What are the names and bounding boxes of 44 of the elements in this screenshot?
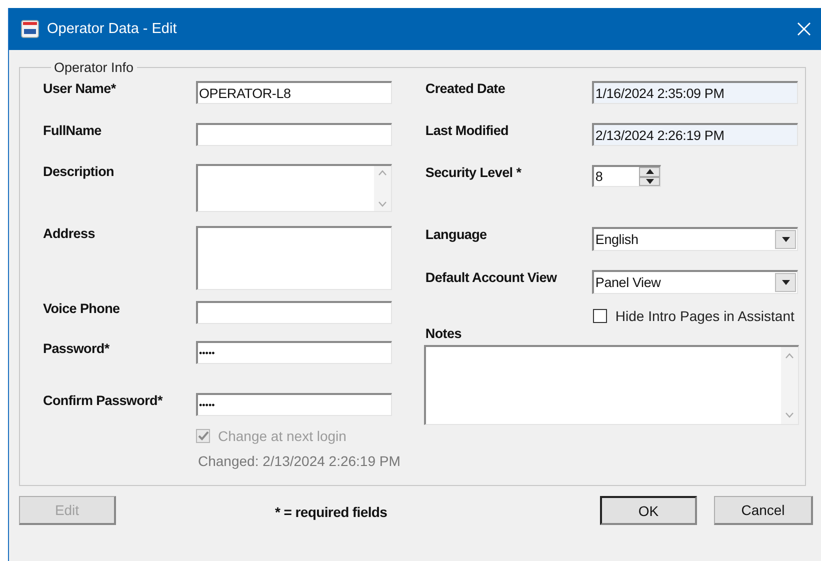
field-label: Description <box>43 164 115 179</box>
required-note: * = required fields <box>275 504 388 520</box>
spin-down-icon[interactable] <box>646 178 654 184</box>
field-label: Password* <box>43 341 110 356</box>
input-field[interactable]: OPERATOR-L8 <box>196 81 392 104</box>
group-title: Operator Info <box>53 60 135 75</box>
check-icon <box>198 431 208 441</box>
ok-button[interactable]: OK <box>600 496 697 525</box>
cancel-button[interactable]: Cancel <box>714 496 813 525</box>
readonly-field[interactable]: 1/16/2024 2:35:09 PM <box>592 81 798 104</box>
input-field[interactable] <box>196 123 392 146</box>
field-label: Created Date <box>425 81 506 96</box>
notes-field[interactable] <box>424 345 800 425</box>
scroll-up-icon[interactable] <box>378 170 387 176</box>
checkbox[interactable]: Hide Intro Pages in Assistant <box>593 308 794 324</box>
field-label: Confirm Password* <box>43 393 164 408</box>
field-label: Default Account View <box>425 270 558 285</box>
app-icon <box>21 20 39 38</box>
field-label: Address <box>43 226 96 241</box>
dropdown[interactable]: Panel View <box>592 270 798 294</box>
scroll-down-icon[interactable] <box>378 201 387 207</box>
field-label: Security Level * <box>425 165 522 180</box>
password-field[interactable]: ••••• <box>196 393 392 416</box>
password-field[interactable]: ••••• <box>196 341 392 364</box>
changed-date-text: Changed: 2/13/2024 2:26:19 PM <box>198 453 400 469</box>
readonly-field[interactable]: 2/13/2024 2:26:19 PM <box>592 123 798 146</box>
field-label: Last Modified <box>425 123 510 138</box>
scroll-up-icon[interactable] <box>785 353 794 359</box>
field-label: Language <box>425 227 488 242</box>
spin-up-icon[interactable] <box>646 169 654 174</box>
notes-label: Notes <box>425 326 462 341</box>
field-label: FullName <box>43 123 102 138</box>
scroll-down-icon[interactable] <box>785 412 794 418</box>
input-field[interactable] <box>196 226 392 290</box>
spin-field[interactable]: 8 <box>592 165 662 187</box>
window-title: Operator Data - Edit <box>47 21 178 37</box>
dropdown[interactable]: English <box>592 227 798 251</box>
field-label: User Name* <box>43 81 117 96</box>
dropdown-arrow-icon[interactable] <box>782 237 790 242</box>
field-label: Voice Phone <box>43 301 121 316</box>
input-field[interactable] <box>196 301 392 324</box>
dropdown-arrow-icon[interactable] <box>782 280 790 285</box>
input-field[interactable] <box>196 164 392 212</box>
close-icon[interactable] <box>797 22 811 36</box>
